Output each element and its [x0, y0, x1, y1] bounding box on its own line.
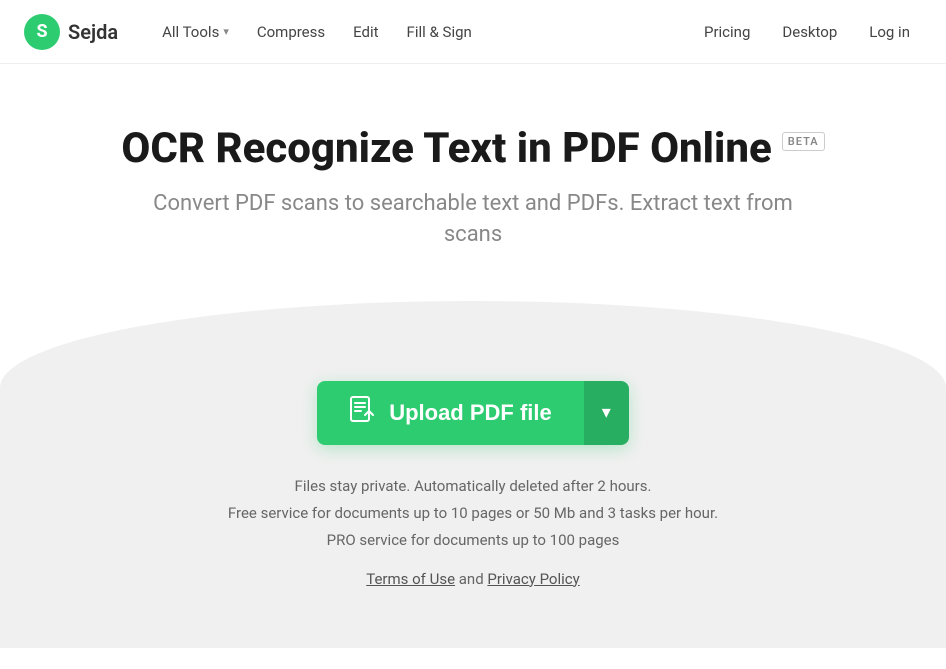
terms-text: Terms of Use and Privacy Policy — [366, 570, 579, 588]
nav-login[interactable]: Log in — [857, 15, 922, 49]
beta-badge: BETA — [782, 132, 825, 151]
nav-compress[interactable]: Compress — [245, 15, 337, 49]
info-line-3: PRO service for documents up to 100 page… — [228, 527, 718, 554]
info-line-1: Files stay private. Automatically delete… — [228, 473, 718, 500]
upload-button-group: Upload PDF file ▾ — [317, 381, 629, 445]
nav-right: Pricing Desktop Log in — [692, 15, 922, 49]
terms-of-use-link[interactable]: Terms of Use — [366, 570, 455, 588]
info-line-2: Free service for documents up to 10 page… — [228, 500, 718, 527]
page-subtitle: Convert PDF scans to searchable text and… — [123, 189, 823, 251]
info-text: Files stay private. Automatically delete… — [228, 473, 718, 554]
logo-icon: S — [24, 14, 60, 50]
upload-pdf-button[interactable]: Upload PDF file — [317, 381, 584, 445]
nav-edit[interactable]: Edit — [341, 15, 390, 49]
upload-dropdown-button[interactable]: ▾ — [584, 381, 629, 445]
chevron-down-icon: ▾ — [223, 25, 229, 38]
logo-text: Sejda — [68, 20, 118, 44]
pdf-upload-icon — [349, 395, 375, 430]
privacy-policy-link[interactable]: Privacy Policy — [487, 570, 579, 588]
nav-desktop[interactable]: Desktop — [770, 15, 849, 49]
navbar: S Sejda All Tools ▾ Compress Edit Fill &… — [0, 0, 946, 64]
nav-links: All Tools ▾ Compress Edit Fill & Sign — [150, 15, 692, 49]
chevron-down-icon: ▾ — [602, 402, 611, 423]
main-content: OCR Recognize Text in PDF Online BETA Co… — [0, 64, 946, 648]
nav-fill-sign[interactable]: Fill & Sign — [395, 15, 484, 49]
nav-pricing[interactable]: Pricing — [692, 15, 762, 49]
page-title: OCR Recognize Text in PDF Online BETA — [121, 124, 824, 173]
upload-section: Upload PDF file ▾ Files stay private. Au… — [0, 301, 946, 648]
logo-link[interactable]: S Sejda — [24, 14, 118, 50]
nav-all-tools[interactable]: All Tools ▾ — [150, 15, 241, 49]
